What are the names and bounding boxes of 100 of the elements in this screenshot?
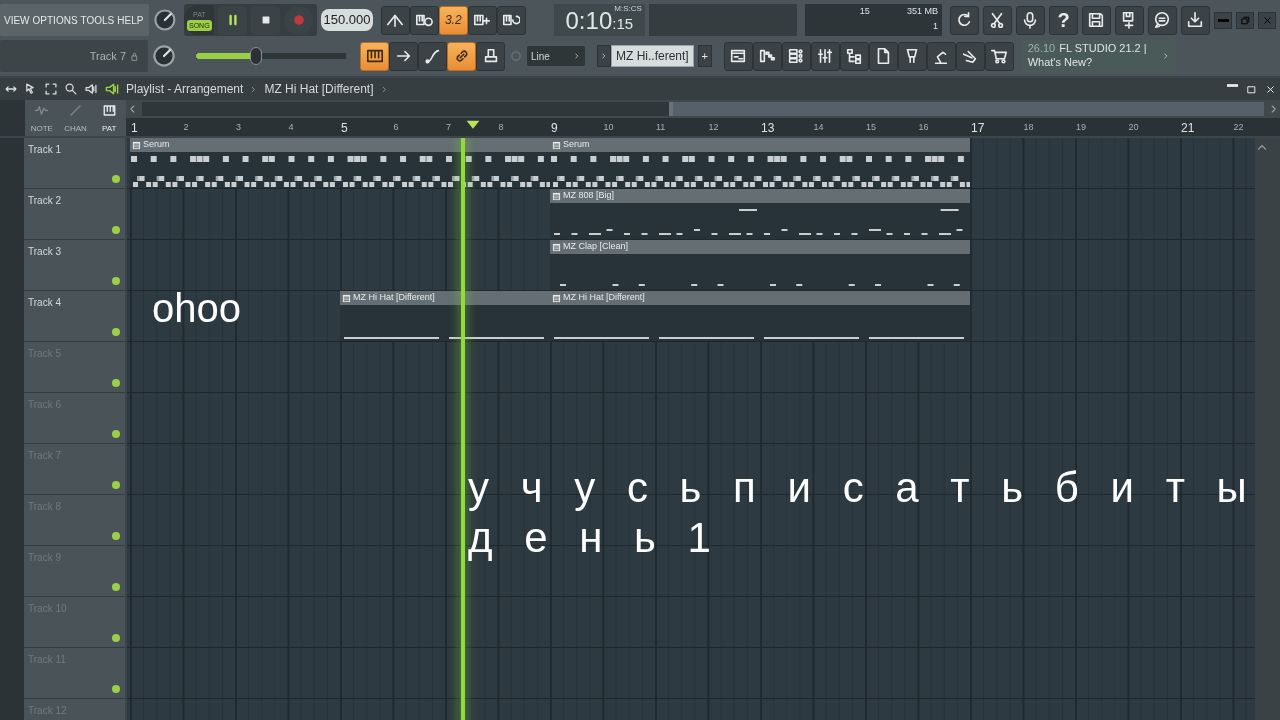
restore-icon xyxy=(1239,14,1251,26)
toolbar-button[interactable] xyxy=(781,41,811,71)
toolbar-button[interactable] xyxy=(380,5,410,35)
toolbar-button[interactable] xyxy=(868,41,898,71)
pattern-clip[interactable]: MZ 808 [Big] xyxy=(550,189,970,239)
toolbar-button[interactable] xyxy=(926,41,956,71)
toolbar-button[interactable] xyxy=(983,5,1012,35)
caption-text: д е н ь 1 xyxy=(468,513,721,563)
toolbar-button[interactable] xyxy=(1181,5,1210,35)
view-mode-tab[interactable]: CHAN xyxy=(64,124,87,133)
toolbar-button[interactable] xyxy=(984,41,1014,71)
mute-led[interactable] xyxy=(112,379,120,387)
news-panel[interactable]: 26.10 FL STUDIO 21.2 | What's New? xyxy=(1021,40,1176,72)
toolbar-button[interactable] xyxy=(496,5,526,35)
mute-led[interactable] xyxy=(112,226,120,234)
close-icon xyxy=(1261,14,1273,26)
add-pattern-button[interactable]: + xyxy=(697,45,712,67)
minimize-icon[interactable] xyxy=(1227,83,1238,87)
memory-usage: 351 MB xyxy=(905,5,938,18)
polyphony-count: 1 xyxy=(931,20,938,33)
track-header[interactable]: Track 1 xyxy=(24,138,125,189)
mute-led[interactable] xyxy=(112,175,120,183)
mute-led[interactable] xyxy=(112,685,120,693)
clip-name: MZ Clap [Clean] xyxy=(563,240,629,254)
menu-item[interactable]: OPTIONS xyxy=(32,12,78,28)
clip-name: MZ Hi Hat [Different] xyxy=(563,291,645,305)
pattern-clip[interactable]: MZ Clap [Clean] xyxy=(550,240,970,290)
toolbar-button[interactable] xyxy=(418,41,447,71)
close-icon[interactable] xyxy=(1265,83,1276,95)
pattern-selector[interactable]: MZ Hi..ferent] xyxy=(611,45,694,67)
toolbar-button[interactable] xyxy=(389,41,418,71)
knob[interactable] xyxy=(152,44,176,68)
knob[interactable] xyxy=(152,8,177,32)
help-button[interactable]: ? xyxy=(1049,5,1078,35)
track-header[interactable]: Track 3 xyxy=(24,240,125,291)
time-unit: M:S:CS xyxy=(614,4,642,13)
toolbar-button[interactable] xyxy=(467,5,497,35)
mute-led[interactable] xyxy=(112,583,120,591)
menu-item[interactable]: HELP xyxy=(117,12,144,28)
zoom-icon[interactable] xyxy=(64,82,78,96)
pattern-icon xyxy=(552,140,561,150)
toolbar-button[interactable] xyxy=(950,5,979,35)
tempo-field[interactable]: 150.000 xyxy=(321,9,373,31)
pattern-clip[interactable]: Serum xyxy=(130,138,550,188)
snap-dropdown[interactable]: Line xyxy=(527,46,585,66)
restore-button[interactable] xyxy=(1236,11,1254,29)
toolbar-button[interactable] xyxy=(1115,5,1144,35)
toolbar-button[interactable] xyxy=(447,41,476,71)
toolbar-button[interactable] xyxy=(810,41,840,71)
toolbar-button[interactable] xyxy=(955,41,985,71)
view-mode-tab[interactable]: PAT xyxy=(101,124,117,133)
speaker-icon[interactable] xyxy=(104,81,120,97)
fullscreen-icon[interactable] xyxy=(44,82,58,96)
pause-button[interactable] xyxy=(218,5,248,35)
pattern-clip[interactable]: Serum xyxy=(550,138,970,188)
playlist-pattern-name[interactable]: MZ Hi Hat [Different] xyxy=(264,80,374,98)
stop-button[interactable] xyxy=(251,5,281,35)
lock-icon xyxy=(129,50,140,62)
toolbar-button[interactable] xyxy=(1148,5,1177,35)
mute-led[interactable] xyxy=(112,634,120,642)
download-icon xyxy=(1186,11,1205,29)
mute-led[interactable] xyxy=(112,532,120,540)
close-button[interactable] xyxy=(1258,11,1276,29)
toolbar-button[interactable] xyxy=(476,41,505,71)
toolbar-button[interactable]: 3.2 xyxy=(438,5,468,35)
toolbar-button[interactable] xyxy=(1082,5,1111,35)
pattern-clip[interactable]: MZ Hi Hat [Different] xyxy=(550,291,970,341)
mute-led[interactable] xyxy=(112,277,120,285)
toolbar-button[interactable] xyxy=(360,41,389,71)
time-centiseconds: :15 xyxy=(612,15,634,34)
toolbar-button[interactable] xyxy=(1016,5,1045,35)
toolbar-button[interactable] xyxy=(723,41,753,71)
pattern-clip[interactable]: MZ Hi Hat [Different] xyxy=(340,291,550,341)
toolbar-button[interactable] xyxy=(897,41,927,71)
view-mode-tab[interactable]: NOTE xyxy=(30,124,53,133)
clip-name: Serum xyxy=(563,138,590,152)
speaker-icon[interactable] xyxy=(84,82,98,96)
minimize-button[interactable] xyxy=(1214,11,1232,29)
bar-number: 13 xyxy=(761,120,775,137)
track-header[interactable]: Track 2 xyxy=(24,189,125,240)
bar-number: 11 xyxy=(656,121,666,134)
news-link[interactable]: What's New? xyxy=(1027,56,1147,70)
volume-slider-thumb[interactable] xyxy=(250,47,262,65)
keyboard-icon[interactable] xyxy=(101,103,117,118)
mute-led[interactable] xyxy=(112,481,120,489)
track-header[interactable]: Track 4 xyxy=(24,291,125,342)
browser-tree-icon xyxy=(845,47,864,65)
toolbar-button[interactable] xyxy=(409,5,439,35)
channel-rack-icon xyxy=(787,47,806,65)
menu-item[interactable]: VIEW xyxy=(4,12,30,28)
overview-scrollbar[interactable] xyxy=(126,100,1280,118)
piano-roll-icon xyxy=(365,47,384,65)
mute-led[interactable] xyxy=(112,430,120,438)
maximize-icon[interactable] xyxy=(1246,83,1257,95)
bar-number: 2 xyxy=(183,121,189,134)
menu-item[interactable]: TOOLS xyxy=(80,12,115,28)
toolbar-button[interactable] xyxy=(752,41,782,71)
mute-led[interactable] xyxy=(112,328,120,336)
toolbar-button[interactable] xyxy=(839,41,869,71)
clip-name: MZ 808 [Big] xyxy=(563,189,615,203)
